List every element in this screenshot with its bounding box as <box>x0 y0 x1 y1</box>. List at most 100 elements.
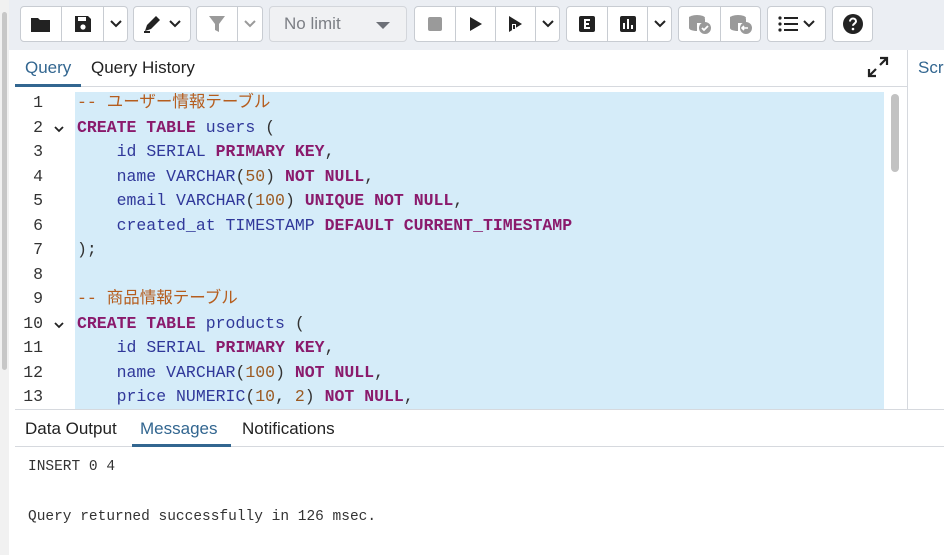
tab-query-history[interactable]: Query History <box>91 58 195 78</box>
left-scrollbar[interactable] <box>0 0 9 555</box>
code-text: created_at TIMESTAMP DEFAULT CURRENT_TIM… <box>77 214 573 239</box>
code-line[interactable]: created_at TIMESTAMP DEFAULT CURRENT_TIM… <box>75 214 884 239</box>
code-line[interactable]: name VARCHAR(50) NOT NULL, <box>75 165 884 190</box>
open-file-button[interactable] <box>20 6 62 42</box>
code-token: 100 <box>245 362 276 382</box>
tab-scratch-pad[interactable]: Scr <box>918 58 944 78</box>
code-token: ) <box>275 362 295 382</box>
filter-options-button[interactable] <box>238 6 263 42</box>
code-token: ( <box>294 313 305 333</box>
code-line[interactable]: CREATE TABLE products ( <box>75 312 884 337</box>
code-text: CREATE TABLE users ( <box>77 116 275 141</box>
code-token: ( <box>265 117 276 137</box>
save-file-button[interactable] <box>62 6 104 42</box>
code-token: ); <box>77 240 97 259</box>
code-token: id <box>77 338 147 357</box>
chevron-down-icon <box>803 20 815 28</box>
play-step-icon <box>508 16 522 32</box>
code-text: ); <box>77 238 97 263</box>
code-selection[interactable]: -- ユーザー情報テーブル CREATE TABLE users ( id SER… <box>75 92 884 409</box>
explain-options-button[interactable] <box>648 6 672 42</box>
macros-icon <box>778 16 798 32</box>
code-line[interactable]: CREATE TABLE users ( <box>75 116 884 141</box>
code-token: , <box>364 166 375 186</box>
rollback-button[interactable] <box>721 6 761 42</box>
code-line[interactable]: name VARCHAR(100) NOT NULL, <box>75 361 884 386</box>
line-number: 5 <box>33 191 43 210</box>
filter-icon <box>209 16 225 32</box>
message-line: Query returned successfully in 126 msec. <box>28 509 377 525</box>
code-token: 100 <box>255 191 285 210</box>
execute-button[interactable] <box>456 6 496 42</box>
line-number: 12 <box>23 362 43 382</box>
caret-down-icon <box>376 22 390 29</box>
code-token: products <box>195 313 295 333</box>
row-limit-value: No limit <box>284 14 341 33</box>
line-number: 13 <box>23 387 43 406</box>
editor-scrollbar[interactable] <box>885 92 907 409</box>
line-number: 10 <box>23 313 43 333</box>
execute-script-button[interactable] <box>496 6 536 42</box>
expand-icon[interactable] <box>867 56 889 78</box>
commit-icon <box>688 15 711 34</box>
code-line[interactable]: price NUMERIC(10, 2) NOT NULL, <box>75 385 884 409</box>
chevron-down-icon <box>244 20 256 28</box>
code-token: -- ユーザー情報テーブル <box>77 93 271 112</box>
code-token: VARCHAR <box>176 191 246 210</box>
tab-messages[interactable]: Messages <box>140 419 217 439</box>
edit-menu-button[interactable] <box>133 6 191 42</box>
code-token: NOT NULL <box>284 166 365 186</box>
sql-editor[interactable]: 1 2 3 4 5 6 7 8 9 10 11 12 13 -- ユーザー情報テーブル CREATE TA… <box>15 88 907 409</box>
code-token: , <box>374 362 384 382</box>
row-limit-select[interactable]: No limit <box>269 6 407 42</box>
line-number: 4 <box>33 166 43 186</box>
active-tab-indicator <box>15 84 81 87</box>
code-line[interactable] <box>75 263 884 288</box>
code-token: ) <box>304 387 325 406</box>
code-token: CREATE TABLE <box>77 117 196 137</box>
output-tabs: Data Output Messages Notifications <box>15 409 944 447</box>
explain-analyze-icon <box>619 16 636 32</box>
code-line[interactable]: ); <box>75 238 884 263</box>
code-line[interactable]: id SERIAL PRIMARY KEY, <box>75 336 884 361</box>
help-button[interactable] <box>832 6 873 42</box>
code-text: name VARCHAR(100) NOT NULL, <box>77 361 384 386</box>
filter-button[interactable] <box>196 6 238 42</box>
code-text: -- 商品情報テーブル <box>77 287 238 312</box>
code-line[interactable]: -- ユーザー情報テーブル <box>75 91 884 116</box>
line-number: 3 <box>33 142 43 161</box>
code-token: , <box>403 387 414 406</box>
macros-button[interactable] <box>767 6 826 42</box>
execute-options-button[interactable] <box>536 6 560 42</box>
code-line[interactable]: email VARCHAR(100) UNIQUE NOT NULL, <box>75 189 884 214</box>
left-scrollbar-thumb[interactable] <box>2 12 7 370</box>
code-line[interactable]: id SERIAL PRIMARY KEY, <box>75 140 884 165</box>
code-token: PRIMARY KEY <box>215 338 325 357</box>
code-token: , <box>453 191 464 210</box>
tab-notifications[interactable]: Notifications <box>242 419 335 439</box>
query-tabs: Query Query History <box>15 50 907 87</box>
tab-query[interactable]: Query <box>25 58 71 78</box>
explain-analyze-button[interactable] <box>608 6 648 42</box>
editor-scrollbar-thumb[interactable] <box>891 94 899 172</box>
fold-chevron-icon[interactable] <box>53 123 65 135</box>
code-token: , <box>324 142 335 161</box>
line-number: 7 <box>33 240 43 259</box>
save-options-button[interactable] <box>104 6 128 42</box>
line-number: 11 <box>23 338 43 357</box>
explain-icon <box>579 16 595 32</box>
code-token: created_at <box>77 215 226 235</box>
code-token: SERIAL <box>146 338 206 357</box>
fold-chevron-icon[interactable] <box>53 319 65 331</box>
code-token: UNIQUE NOT NULL <box>304 191 454 210</box>
tab-data-output[interactable]: Data Output <box>25 419 117 439</box>
line-number: 2 <box>33 117 43 137</box>
commit-button[interactable] <box>678 6 721 42</box>
messages-panel: INSERT 0 4 Query returned successfully i… <box>15 447 944 555</box>
code-text: id SERIAL PRIMARY KEY, <box>77 140 335 165</box>
code-token: price <box>77 387 177 406</box>
stop-button[interactable] <box>414 6 456 42</box>
code-line[interactable]: -- 商品情報テーブル <box>75 287 884 312</box>
explain-button[interactable] <box>566 6 608 42</box>
